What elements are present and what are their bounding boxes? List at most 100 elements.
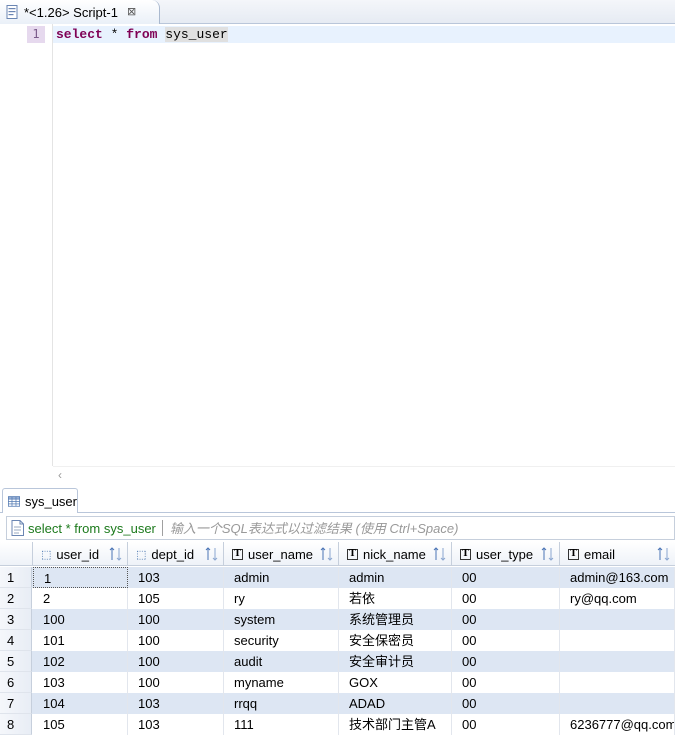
table-cell-dept-id[interactable]: 100 — [128, 630, 224, 651]
table-cell-user-id[interactable]: 102 — [33, 651, 128, 672]
table-cell-dept-id[interactable]: 105 — [128, 588, 224, 609]
table-cell-user-id[interactable]: 101 — [33, 630, 128, 651]
table-cell-user-name[interactable]: 111 — [224, 714, 339, 735]
line-number-gutter — [16, 24, 53, 466]
filter-divider — [161, 520, 163, 536]
row-number[interactable]: 7 — [0, 693, 32, 714]
table-cell-nick-name[interactable]: 安全保密员 — [339, 630, 452, 651]
table-cell-user-name[interactable]: ry — [224, 588, 339, 609]
table-cell-nick-name[interactable]: GOX — [339, 672, 452, 693]
column-header-user-name[interactable]: T user_name — [224, 542, 339, 566]
table-row[interactable]: 8 105 103 111 技术部门主管A 00 6236777@qq.com — [0, 714, 675, 735]
table-row[interactable]: 7 104 103 rrqq ADAD 00 — [0, 693, 675, 714]
numeric-key-icon: ⬚ — [41, 548, 52, 561]
row-number[interactable]: 6 — [0, 672, 32, 693]
filter-input[interactable] — [167, 519, 588, 537]
text-column-icon: T — [460, 548, 471, 560]
sort-icon[interactable] — [320, 546, 334, 562]
sort-icon[interactable] — [433, 546, 447, 562]
code-line[interactable]: select * from sys_user — [56, 26, 228, 43]
table-cell-dept-id[interactable]: 103 — [128, 714, 224, 735]
table-cell-user-type[interactable]: 00 — [452, 714, 560, 735]
table-cell-user-name[interactable]: audit — [224, 651, 339, 672]
sort-icon[interactable] — [205, 546, 219, 562]
keyword-from: from — [126, 27, 158, 42]
table-cell-dept-id[interactable]: 100 — [128, 672, 224, 693]
table-cell-user-type[interactable]: 00 — [452, 693, 560, 714]
table-cell-user-name[interactable]: rrqq — [224, 693, 339, 714]
table-grid-icon — [8, 495, 20, 507]
column-header-user-type[interactable]: T user_type — [452, 542, 560, 566]
close-icon[interactable]: ⊠ — [127, 6, 136, 18]
table-cell-nick-name[interactable]: 安全审计员 — [339, 651, 452, 672]
table-cell-email[interactable] — [560, 630, 675, 651]
table-row[interactable]: 4 101 100 security 安全保密员 00 — [0, 630, 675, 651]
table-cell-user-type[interactable]: 00 — [452, 651, 560, 672]
scroll-left-icon[interactable]: ‹ — [58, 468, 62, 482]
column-header-dept-id[interactable]: ⬚ dept_id — [128, 542, 224, 566]
sort-icon[interactable] — [657, 546, 671, 562]
table-cell-user-name[interactable]: security — [224, 630, 339, 651]
row-number[interactable]: 2 — [0, 588, 32, 609]
table-cell-email[interactable] — [560, 651, 675, 672]
column-header-email[interactable]: T email — [560, 542, 675, 566]
sort-icon[interactable] — [109, 546, 123, 562]
tab-script-1[interactable]: *<1.26> Script-1 ⊠ — [0, 0, 160, 24]
table-cell-dept-id[interactable]: 100 — [128, 651, 224, 672]
table-cell-email[interactable] — [560, 672, 675, 693]
table-cell-user-type[interactable]: 00 — [452, 588, 560, 609]
table-cell-user-type[interactable]: 00 — [452, 672, 560, 693]
table-cell-user-id[interactable]: 2 — [33, 588, 128, 609]
table-cell-dept-id[interactable]: 103 — [128, 567, 224, 588]
document-icon — [11, 520, 24, 536]
table-row[interactable]: 5 102 100 audit 安全审计员 00 — [0, 651, 675, 672]
table-row[interactable]: 6 103 100 myname GOX 00 — [0, 672, 675, 693]
table-cell-email[interactable]: 6236777@qq.com — [560, 714, 675, 735]
row-number[interactable]: 4 — [0, 630, 32, 651]
table-cell-nick-name[interactable]: ADAD — [339, 693, 452, 714]
results-tab-bar: sys_user — [0, 485, 675, 513]
table-cell-nick-name[interactable]: 技术部门主管A — [339, 714, 452, 735]
line-number: 1 — [27, 26, 45, 43]
sort-icon[interactable] — [541, 546, 555, 562]
table-cell-user-id[interactable]: 100 — [33, 609, 128, 630]
table-header: ⬚ user_id ⬚ dept_id T user_name T nick_n… — [0, 542, 675, 566]
table-cell-user-type[interactable]: 00 — [452, 567, 560, 588]
text-column-icon: T — [568, 548, 579, 560]
row-number[interactable]: 8 — [0, 714, 32, 735]
table-cell-user-name[interactable]: myname — [224, 672, 339, 693]
table-cell-email[interactable] — [560, 693, 675, 714]
table-cell-user-type[interactable]: 00 — [452, 630, 560, 651]
table-cell-dept-id[interactable]: 103 — [128, 693, 224, 714]
table-cell-user-id[interactable]: 104 — [33, 693, 128, 714]
table-cell-user-id[interactable]: 1 — [33, 567, 128, 588]
table-cell-email[interactable] — [560, 609, 675, 630]
table-cell-nick-name[interactable]: admin — [339, 567, 452, 588]
table-row[interactable]: 2 2 105 ry 若依 00 ry@qq.com — [0, 588, 675, 609]
table-cell-dept-id[interactable]: 100 — [128, 609, 224, 630]
row-number[interactable]: 3 — [0, 609, 32, 630]
tab-sys-user-results[interactable]: sys_user — [2, 488, 78, 513]
table-cell-email[interactable]: ry@qq.com — [560, 588, 675, 609]
editor-tab-bar: *<1.26> Script-1 ⊠ — [0, 0, 675, 24]
row-number[interactable]: 1 — [0, 567, 32, 588]
horizontal-scrollbar[interactable]: ‹ — [53, 466, 675, 483]
table-row[interactable]: 3 100 100 system 系统管理员 00 — [0, 609, 675, 630]
table-cell-user-name[interactable]: admin — [224, 567, 339, 588]
table-cell-user-name[interactable]: system — [224, 609, 339, 630]
table-row[interactable]: 1 1 103 admin admin 00 admin@163.com — [0, 567, 675, 588]
sql-editor[interactable]: 1 select * from sys_user — [0, 24, 675, 466]
row-number[interactable]: 5 — [0, 651, 32, 672]
table-cell-user-type[interactable]: 00 — [452, 609, 560, 630]
table-cell-user-id[interactable]: 105 — [33, 714, 128, 735]
column-header-nick-name[interactable]: T nick_name — [339, 542, 452, 566]
active-query-label[interactable]: select * from sys_user — [28, 521, 156, 536]
table-cell-email[interactable]: admin@163.com — [560, 567, 675, 588]
table-cell-nick-name[interactable]: 若依 — [339, 588, 452, 609]
tab-title: *<1.26> Script-1 — [24, 4, 118, 20]
column-header-user-id[interactable]: ⬚ user_id — [33, 542, 128, 566]
table-identifier: sys_user — [165, 27, 228, 42]
table-cell-user-id[interactable]: 103 — [33, 672, 128, 693]
row-number-header[interactable] — [0, 542, 33, 566]
table-cell-nick-name[interactable]: 系统管理员 — [339, 609, 452, 630]
